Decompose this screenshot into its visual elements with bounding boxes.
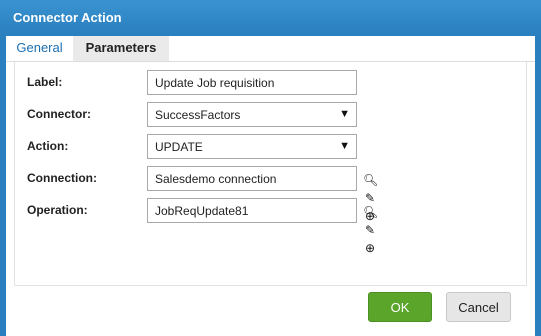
operation-label: Operation: <box>27 203 88 217</box>
search-icon[interactable]: 🔍︎ <box>363 173 378 187</box>
connection-label: Connection: <box>27 171 97 185</box>
dialog-title-bar: Connector Action <box>0 0 541 36</box>
connection-actions: 🔍︎ ✎ ⊕ <box>363 171 380 223</box>
operation-input[interactable]: JobReqUpdate81 <box>147 198 357 223</box>
tab-parameters[interactable]: Parameters <box>73 36 169 63</box>
general-panel: Label: Update Job requisition Connector:… <box>14 62 527 286</box>
tab-bar: General Parameters <box>6 36 535 63</box>
search-icon[interactable]: 🔍︎ <box>363 205 378 219</box>
pencil-icon[interactable]: ✎ <box>363 223 377 237</box>
ok-button[interactable]: OK <box>368 292 432 322</box>
connector-label: Connector: <box>27 107 91 121</box>
dropdown-arrow-icon: ▼ <box>339 140 350 152</box>
dialog-title: Connector Action <box>13 10 122 25</box>
label-label: Label: <box>27 75 63 89</box>
connection-input[interactable]: Salesdemo connection <box>147 166 357 191</box>
dropdown-arrow-icon: ▼ <box>339 108 350 120</box>
connector-select[interactable]: SuccessFactors ▼ <box>147 102 357 127</box>
label-input[interactable]: Update Job requisition <box>147 70 357 95</box>
add-icon[interactable]: ⊕ <box>363 241 377 255</box>
connector-value: SuccessFactors <box>155 108 241 122</box>
action-value: UPDATE <box>155 140 203 154</box>
dialog-body: General Parameters Label: Update Job req… <box>6 36 535 336</box>
action-label: Action: <box>27 139 69 153</box>
dialog-footer: OK Cancel <box>6 286 535 336</box>
cancel-button[interactable]: Cancel <box>446 292 511 322</box>
operation-actions: 🔍︎ ✎ ⊕ <box>363 203 380 255</box>
action-select[interactable]: UPDATE ▼ <box>147 134 357 159</box>
connector-action-dialog: Connector Action General Parameters Labe… <box>0 0 541 336</box>
tab-general[interactable]: General <box>6 36 73 62</box>
